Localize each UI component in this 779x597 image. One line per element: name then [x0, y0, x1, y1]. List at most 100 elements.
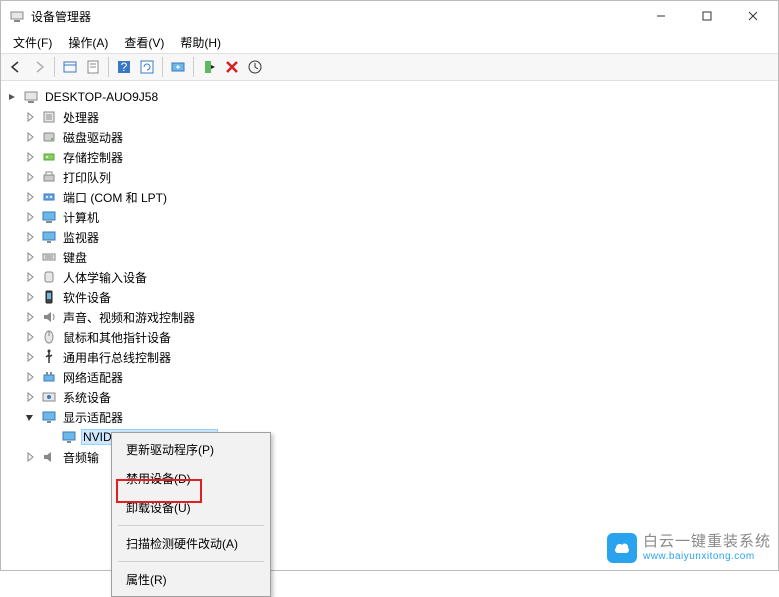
toolbar-separator: [54, 57, 55, 77]
menu-file[interactable]: 文件(F): [5, 32, 60, 53]
usb-icon: [41, 349, 57, 365]
cm-update-driver[interactable]: 更新驱动程序(P): [114, 435, 268, 464]
expander-icon[interactable]: [23, 190, 37, 204]
tree-category[interactable]: 存储控制器: [23, 147, 778, 167]
root-label: DESKTOP-AUO9J58: [43, 89, 160, 105]
tree-category[interactable]: 端口 (COM 和 LPT): [23, 187, 778, 207]
category-label: 软件设备: [61, 288, 113, 307]
tree-category[interactable]: 计算机: [23, 207, 778, 227]
cm-disable-device[interactable]: 禁用设备(D): [114, 464, 268, 493]
help-button[interactable]: ?: [113, 56, 135, 78]
svg-text:?: ?: [121, 60, 128, 74]
minimize-button[interactable]: [638, 1, 684, 31]
expander-icon[interactable]: [23, 210, 37, 224]
titlebar: 设备管理器: [1, 1, 778, 31]
menu-action[interactable]: 操作(A): [60, 32, 116, 53]
cpu-icon: [41, 109, 57, 125]
cm-scan-hardware[interactable]: 扫描检测硬件改动(A): [114, 529, 268, 558]
watermark-text: 白云一键重装系统 www.baiyunxitong.com: [643, 534, 771, 562]
uninstall-button[interactable]: [221, 56, 243, 78]
tree-root-node[interactable]: DESKTOP-AUO9J58: [5, 87, 778, 107]
window-title: 设备管理器: [31, 8, 638, 25]
tree-category[interactable]: 通用串行总线控制器: [23, 347, 778, 367]
software-icon: [41, 289, 57, 305]
back-button[interactable]: [5, 56, 27, 78]
watermark-title: 白云一键重装系统: [643, 534, 771, 551]
close-button[interactable]: [730, 1, 776, 31]
menu-view[interactable]: 查看(V): [116, 32, 172, 53]
expander-icon[interactable]: [23, 330, 37, 344]
expander-icon[interactable]: [23, 270, 37, 284]
show-hidden-button[interactable]: [59, 56, 81, 78]
tree-category[interactable]: 网络适配器: [23, 367, 778, 387]
category-label: 存储控制器: [61, 148, 125, 167]
tree-category[interactable]: 打印队列: [23, 167, 778, 187]
computer-icon: [23, 89, 39, 105]
category-label: 处理器: [61, 108, 101, 127]
expander-icon[interactable]: [23, 370, 37, 384]
tree-category[interactable]: 处理器: [23, 107, 778, 127]
expander-icon[interactable]: [23, 450, 37, 464]
cm-properties[interactable]: 属性(R): [114, 565, 268, 594]
category-label: 计算机: [61, 208, 101, 227]
tree-category[interactable]: 系统设备: [23, 387, 778, 407]
tree-category[interactable]: 鼠标和其他指针设备: [23, 327, 778, 347]
expander-icon[interactable]: [23, 390, 37, 404]
toolbar: ?: [1, 53, 778, 81]
watermark: 白云一键重装系统 www.baiyunxitong.com: [607, 533, 771, 563]
category-label: 监视器: [61, 228, 101, 247]
update-driver-button[interactable]: [167, 56, 189, 78]
storage-icon: [41, 149, 57, 165]
expander-icon[interactable]: [23, 250, 37, 264]
expander-icon[interactable]: [23, 230, 37, 244]
port-icon: [41, 189, 57, 205]
audio-icon: [41, 309, 57, 325]
properties-button[interactable]: [82, 56, 104, 78]
hid-icon: [41, 269, 57, 285]
enable-button[interactable]: [198, 56, 220, 78]
expander-icon[interactable]: [23, 310, 37, 324]
tree-category[interactable]: 软件设备: [23, 287, 778, 307]
menu-help[interactable]: 帮助(H): [172, 32, 229, 53]
category-label: 音频输: [61, 448, 101, 467]
expander-icon[interactable]: [23, 350, 37, 364]
cm-separator: [118, 561, 264, 562]
expander-icon[interactable]: [5, 90, 19, 104]
cm-uninstall-device[interactable]: 卸载设备(U): [114, 493, 268, 522]
watermark-url: www.baiyunxitong.com: [643, 551, 771, 562]
system-icon: [41, 389, 57, 405]
forward-button[interactable]: [28, 56, 50, 78]
refresh-button[interactable]: [136, 56, 158, 78]
expander-icon[interactable]: [23, 290, 37, 304]
toolbar-separator: [162, 57, 163, 77]
category-label: 磁盘驱动器: [61, 128, 125, 147]
expander-icon[interactable]: [23, 170, 37, 184]
maximize-button[interactable]: [684, 1, 730, 31]
category-label: 通用串行总线控制器: [61, 348, 173, 367]
tree-category[interactable]: 监视器: [23, 227, 778, 247]
category-label: 键盘: [61, 248, 89, 267]
category-label: 显示适配器: [61, 408, 125, 427]
expander-icon[interactable]: [23, 130, 37, 144]
printer-icon: [41, 169, 57, 185]
scan-hardware-button[interactable]: [244, 56, 266, 78]
expander-icon[interactable]: [23, 150, 37, 164]
tree-category[interactable]: 键盘: [23, 247, 778, 267]
category-label: 声音、视频和游戏控制器: [61, 308, 197, 327]
context-menu: 更新驱动程序(P) 禁用设备(D) 卸载设备(U) 扫描检测硬件改动(A) 属性…: [111, 432, 271, 597]
mouse-icon: [41, 329, 57, 345]
tree-category[interactable]: 人体学输入设备: [23, 267, 778, 287]
toolbar-separator: [108, 57, 109, 77]
tree-category[interactable]: 声音、视频和游戏控制器: [23, 307, 778, 327]
expander-icon[interactable]: [23, 410, 37, 424]
display-icon: [41, 409, 57, 425]
gpu-icon: [61, 429, 77, 445]
menubar: 文件(F) 操作(A) 查看(V) 帮助(H): [1, 31, 778, 53]
tree-category[interactable]: 磁盘驱动器: [23, 127, 778, 147]
cm-separator: [118, 525, 264, 526]
network-icon: [41, 369, 57, 385]
expander-icon[interactable]: [23, 110, 37, 124]
computer-icon: [41, 209, 57, 225]
keyboard-icon: [41, 249, 57, 265]
tree-category-display-adapters[interactable]: 显示适配器: [23, 407, 778, 427]
